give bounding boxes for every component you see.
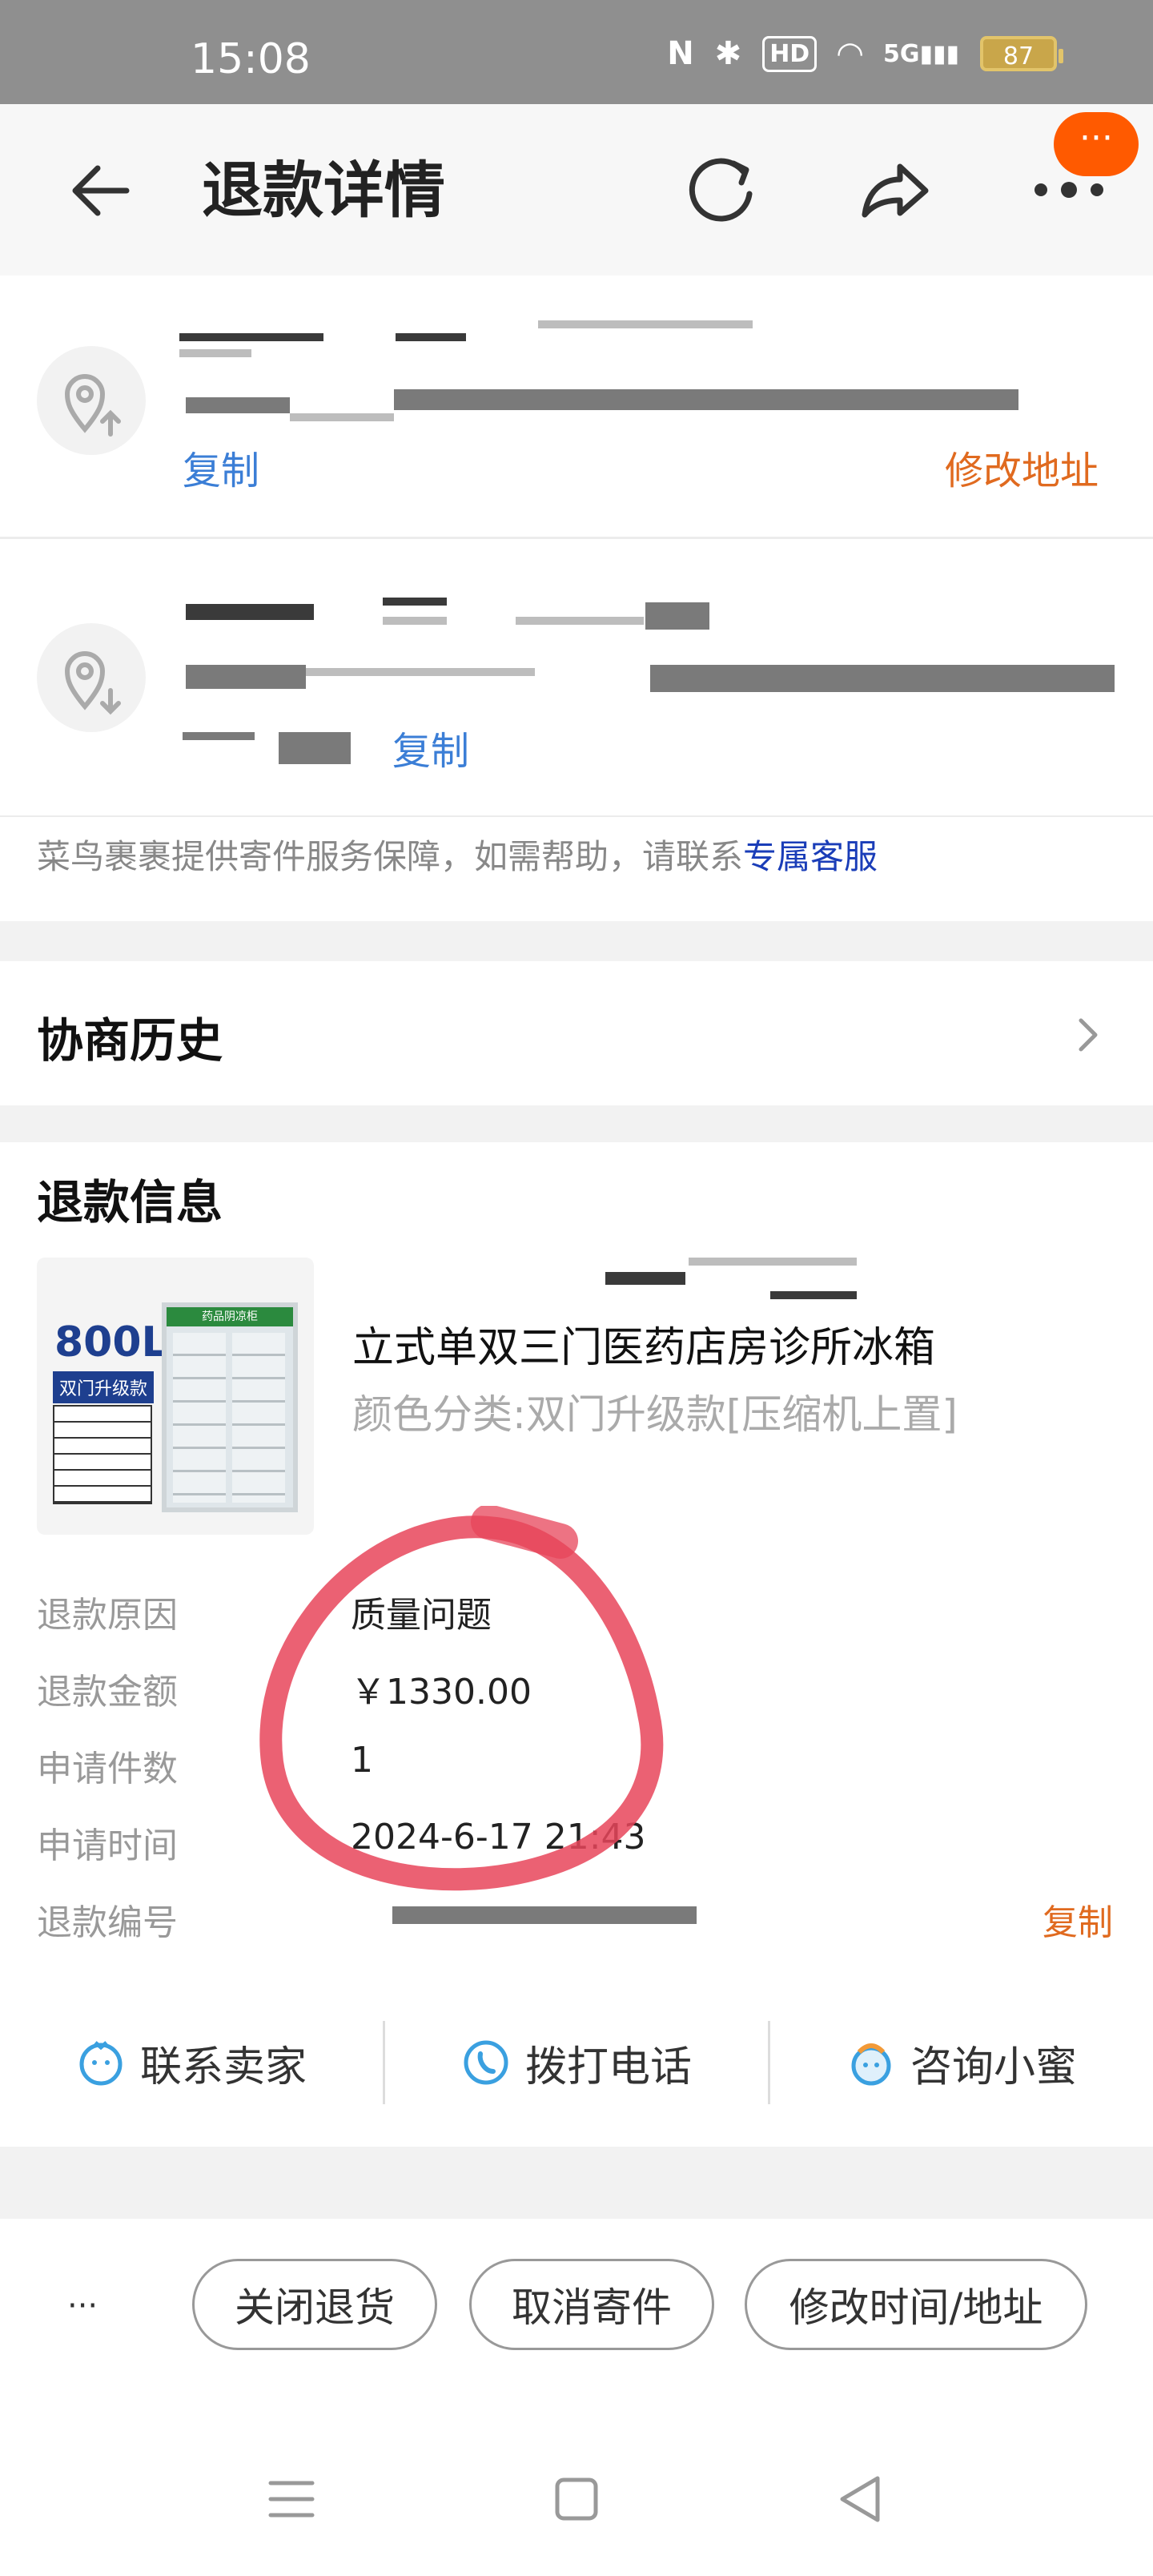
chat-face-icon xyxy=(79,2041,123,2086)
contact-seller-button[interactable]: 联系卖家 xyxy=(0,2033,383,2093)
receiver-location-icon xyxy=(37,623,146,732)
product-sku: 颜色分类:双门升级款[压缩机上置] xyxy=(352,1391,958,1438)
message-badge[interactable]: ··· xyxy=(1054,112,1139,176)
redacted-text xyxy=(186,665,306,689)
chevron-right-icon xyxy=(1079,1018,1098,1052)
phone-icon xyxy=(464,2040,508,2085)
modify-time-address-button[interactable]: 修改时间/地址 xyxy=(745,2259,1087,2350)
refund-amount-label: 退款金额 xyxy=(37,1672,178,1713)
redacted-text xyxy=(538,320,753,328)
share-icon[interactable] xyxy=(849,146,937,234)
more-actions-button[interactable]: ··· xyxy=(67,2288,98,2324)
refund-number-copy-link[interactable]: 复制 xyxy=(1043,1894,1113,1945)
receiver-copy-link[interactable]: 复制 xyxy=(392,719,469,775)
call-phone-label: 拨打电话 xyxy=(524,2043,692,2091)
redacted-text xyxy=(650,665,1115,692)
redacted-text xyxy=(306,668,535,676)
close-return-button[interactable]: 关闭退货 xyxy=(192,2259,437,2350)
modify-address-link[interactable]: 修改地址 xyxy=(945,439,1099,495)
refresh-icon[interactable] xyxy=(677,146,765,234)
ask-assistant-button[interactable]: 咨询小蜜 xyxy=(770,2033,1153,2093)
hd-icon: HD xyxy=(762,35,818,72)
redacted-text xyxy=(689,1258,857,1266)
product-image-badge: 双门升级款 xyxy=(53,1371,155,1403)
sender-copy-link[interactable]: 复制 xyxy=(183,439,259,495)
cancel-shipment-button[interactable]: 取消寄件 xyxy=(469,2259,714,2350)
redacted-text xyxy=(605,1272,685,1285)
product-name: 立式单双三门医药店房诊所冰箱 xyxy=(352,1324,936,1372)
redacted-text xyxy=(770,1291,857,1299)
call-phone-button[interactable]: 拨打电话 xyxy=(385,2033,768,2093)
fridge-graphic: 药品阴凉柜 xyxy=(162,1302,298,1512)
red-annotation-circle xyxy=(259,1506,664,1891)
signal-icon: 5G▮▮▮ xyxy=(882,39,959,68)
redacted-text xyxy=(179,349,251,357)
product-image[interactable]: 800L 双门升级款 药品阴凉柜 xyxy=(37,1258,314,1535)
redacted-text xyxy=(516,617,644,625)
back-nav-icon[interactable] xyxy=(830,2467,894,2531)
redacted-text xyxy=(290,413,394,421)
battery-icon: 87 xyxy=(980,36,1063,71)
redacted-text xyxy=(186,604,314,620)
history-title: 协商历史 xyxy=(37,1013,223,1068)
status-time: 15:08 xyxy=(191,35,311,83)
refund-reason-label: 退款原因 xyxy=(37,1595,178,1636)
refund-number-label: 退款编号 xyxy=(37,1902,178,1943)
sender-location-icon xyxy=(37,346,146,455)
address-card xyxy=(0,276,1153,817)
redacted-text xyxy=(645,602,709,630)
redacted-text xyxy=(396,333,466,341)
nfc-icon: N xyxy=(667,35,694,72)
contact-seller-label: 联系卖家 xyxy=(139,2043,307,2091)
contact-action-row: 联系卖家 拨打电话 咨询小蜜 xyxy=(0,1978,1153,2147)
status-icons: N ✱ HD ◠ 5G▮▮▮ 87 xyxy=(667,35,1063,72)
apply-time-label: 申请时间 xyxy=(37,1825,178,1866)
back-arrow-icon[interactable] xyxy=(62,152,139,229)
quantity-label: 申请件数 xyxy=(37,1749,178,1789)
redacted-text xyxy=(183,732,255,740)
ask-assistant-label: 咨询小蜜 xyxy=(910,2043,1077,2091)
product-image-capacity: 800L xyxy=(54,1318,168,1366)
menu-nav-icon[interactable] xyxy=(259,2467,323,2531)
redacted-text xyxy=(279,732,351,764)
nav-bar xyxy=(0,104,1153,276)
redacted-text xyxy=(186,397,290,413)
bluetooth-icon: ✱ xyxy=(714,35,742,72)
divider xyxy=(0,537,1153,539)
redacted-text xyxy=(383,617,447,625)
home-nav-icon[interactable] xyxy=(544,2467,609,2531)
refund-info-title: 退款信息 xyxy=(37,1175,223,1230)
redacted-text xyxy=(179,333,323,341)
redacted-text xyxy=(394,389,1018,410)
service-notice: 菜鸟裹裹提供寄件服务保障，如需帮助，请联系专属客服 xyxy=(37,837,878,876)
page-title: 退款详情 xyxy=(202,155,445,226)
spec-table-graphic xyxy=(53,1405,152,1504)
wifi-icon: ◠ xyxy=(838,35,862,72)
redacted-text xyxy=(383,598,447,606)
assistant-icon xyxy=(851,2043,891,2086)
exclusive-service-link[interactable]: 专属客服 xyxy=(743,837,878,876)
